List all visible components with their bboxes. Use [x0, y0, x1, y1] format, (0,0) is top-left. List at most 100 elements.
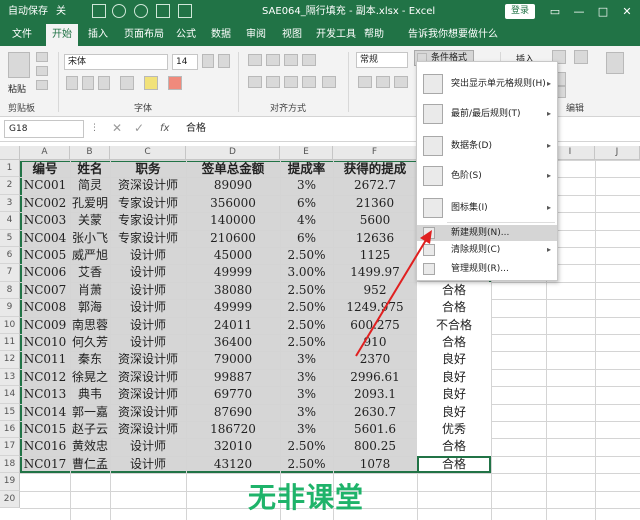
cell-evaluation[interactable]: 良好: [417, 368, 491, 387]
cell-rate[interactable]: 2.50%: [280, 438, 333, 455]
cell-commission[interactable]: 1249.975: [333, 299, 417, 316]
cell-name[interactable]: 张小飞: [70, 230, 110, 247]
cell-id[interactable]: NC014: [20, 404, 70, 421]
cell-commission[interactable]: 2672.7: [333, 177, 417, 194]
cell-title[interactable]: 设计师: [110, 456, 186, 473]
underline-icon[interactable]: [98, 76, 110, 90]
namebox-dropdown-icon[interactable]: ⋮: [90, 123, 99, 133]
cell-amount[interactable]: 49999: [186, 299, 280, 316]
cell-evaluation[interactable]: 合格: [417, 299, 491, 317]
row-header[interactable]: 9: [0, 299, 20, 317]
cell-amount[interactable]: 32010: [186, 438, 280, 455]
cell-id[interactable]: NC012: [20, 369, 70, 386]
cell-title[interactable]: 资深设计师: [110, 404, 186, 421]
menu-item[interactable]: 突出显示单元格规则(H) ▸: [417, 70, 557, 98]
cell-rate[interactable]: 2.50%: [280, 282, 333, 299]
cell-commission[interactable]: 12636: [333, 230, 417, 247]
cell-amount[interactable]: 38080: [186, 282, 280, 299]
cell-name[interactable]: 郭海: [70, 299, 110, 316]
menu-item[interactable]: 色阶(S) ▸: [417, 162, 557, 190]
name-box[interactable]: G18: [4, 120, 84, 138]
undo-icon[interactable]: [112, 4, 126, 18]
cell-name[interactable]: 黄效忠: [70, 438, 110, 455]
cut-icon[interactable]: [36, 52, 48, 62]
menu-item[interactable]: 管理规则(R)...: [417, 261, 557, 277]
cell-title[interactable]: 设计师: [110, 299, 186, 316]
cell-name[interactable]: 赵子云: [70, 421, 110, 438]
cell-amount[interactable]: 36400: [186, 334, 280, 351]
row-header[interactable]: 12: [0, 351, 20, 369]
cell-amount[interactable]: 49999: [186, 264, 280, 281]
cell-commission[interactable]: 1499.97: [333, 264, 417, 281]
cell-amount[interactable]: 69770: [186, 386, 280, 403]
insert-function-icon[interactable]: fx: [160, 120, 169, 138]
cell-commission[interactable]: 2093.1: [333, 386, 417, 403]
sort-filter-icon[interactable]: [574, 50, 588, 64]
fill-color-icon[interactable]: [144, 76, 158, 90]
cell-name[interactable]: 郭一嘉: [70, 404, 110, 421]
cell-id[interactable]: NC017: [20, 456, 70, 473]
cell-commission[interactable]: 2996.61: [333, 369, 417, 386]
cell-title[interactable]: 专家设计师: [110, 212, 186, 229]
active-cell[interactable]: [417, 455, 491, 474]
cell-commission[interactable]: 5601.6: [333, 421, 417, 438]
row-header[interactable]: 10: [0, 316, 20, 334]
indent-icon[interactable]: [302, 76, 316, 88]
cell-name[interactable]: 秦东: [70, 351, 110, 368]
header-commission[interactable]: 获得的提成: [333, 160, 417, 177]
close-icon[interactable]: ✕: [616, 0, 638, 24]
cell-evaluation[interactable]: 良好: [417, 403, 491, 421]
cell-title[interactable]: 资深设计师: [110, 177, 186, 194]
tab-data[interactable]: 数据: [211, 24, 231, 46]
cell-rate[interactable]: 6%: [280, 230, 333, 247]
cell-amount[interactable]: 87690: [186, 404, 280, 421]
align-center-icon[interactable]: [266, 76, 280, 88]
merge-icon[interactable]: [322, 76, 336, 88]
cell-name[interactable]: 徐晃之: [70, 369, 110, 386]
cell-id[interactable]: NC013: [20, 386, 70, 403]
cell-rate[interactable]: 4%: [280, 212, 333, 229]
cell-id[interactable]: NC005: [20, 247, 70, 264]
cell-amount[interactable]: 79000: [186, 351, 280, 368]
cell-name[interactable]: 何久芳: [70, 334, 110, 351]
row-header[interactable]: 11: [0, 334, 20, 352]
row-header[interactable]: 18: [0, 455, 20, 474]
save-icon[interactable]: [92, 4, 106, 18]
menu-item[interactable]: 最前/最后规则(T) ▸: [417, 100, 557, 128]
cell-evaluation[interactable]: 良好: [417, 351, 491, 369]
cell-commission[interactable]: 21360: [333, 195, 417, 212]
cell-title[interactable]: 专家设计师: [110, 230, 186, 247]
tab-developer[interactable]: 开发工具: [316, 24, 356, 46]
bold-icon[interactable]: [66, 76, 78, 90]
percent-icon[interactable]: [376, 76, 390, 88]
cell-title[interactable]: 设计师: [110, 317, 186, 334]
cell-commission[interactable]: 600.275: [333, 317, 417, 334]
select-all-corner[interactable]: [0, 146, 20, 160]
cell-title[interactable]: 专家设计师: [110, 195, 186, 212]
align-top-icon[interactable]: [248, 54, 262, 66]
cell-title[interactable]: 设计师: [110, 334, 186, 351]
tab-insert[interactable]: 插入: [88, 24, 108, 46]
row-header[interactable]: 17: [0, 438, 20, 456]
cell-name[interactable]: 南思蓉: [70, 317, 110, 334]
cell-name[interactable]: 威严旭: [70, 247, 110, 264]
border-icon[interactable]: [120, 76, 134, 90]
cell-evaluation[interactable]: 良好: [417, 386, 491, 404]
cell-id[interactable]: NC007: [20, 282, 70, 299]
cell-evaluation[interactable]: 优秀: [417, 421, 491, 439]
column-header[interactable]: D: [186, 146, 280, 160]
cell-evaluation[interactable]: 合格: [417, 438, 491, 456]
column-header[interactable]: E: [280, 146, 333, 160]
customize-toolbar-icon[interactable]: [178, 4, 192, 18]
cell-id[interactable]: NC016: [20, 438, 70, 455]
cell-id[interactable]: NC002: [20, 195, 70, 212]
cell-commission[interactable]: 5600: [333, 212, 417, 229]
cell-commission[interactable]: 2370: [333, 351, 417, 368]
column-header[interactable]: B: [70, 146, 110, 160]
row-header[interactable]: 4: [0, 212, 20, 230]
cell-commission[interactable]: 1125: [333, 247, 417, 264]
font-color-icon[interactable]: [168, 76, 182, 90]
cell-name[interactable]: 肖萧: [70, 282, 110, 299]
align-bottom-icon[interactable]: [284, 54, 298, 66]
cell-amount[interactable]: 356000: [186, 195, 280, 212]
